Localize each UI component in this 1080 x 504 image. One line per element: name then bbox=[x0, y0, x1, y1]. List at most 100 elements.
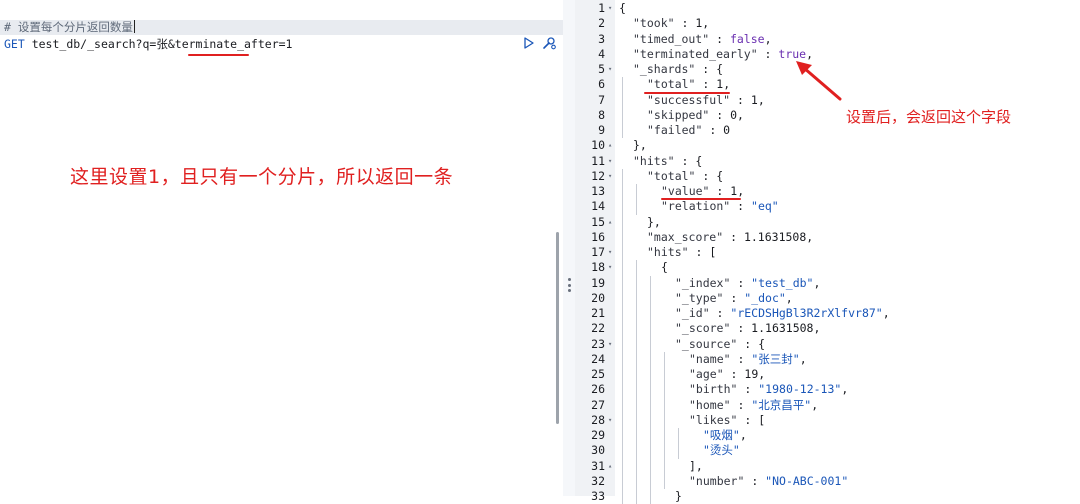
line-number: 29 bbox=[591, 428, 605, 442]
request-comment-line[interactable]: # 设置每个分片返回数量 bbox=[4, 20, 135, 35]
pane-splitter[interactable] bbox=[563, 0, 575, 496]
token-key: "value" bbox=[661, 184, 710, 198]
token-str: "吸烟" bbox=[703, 428, 740, 442]
response-line: 30 "烫头" bbox=[575, 443, 1080, 459]
token-punc: , bbox=[739, 428, 747, 442]
line-text: ], bbox=[689, 459, 703, 474]
request-editor[interactable] bbox=[0, 0, 560, 496]
token-str: "test_db" bbox=[751, 275, 814, 290]
indent-guide bbox=[636, 443, 637, 459]
token-punc: : bbox=[737, 382, 759, 397]
fold-collapse-icon[interactable]: ▾ bbox=[608, 413, 612, 428]
line-number: 25 bbox=[591, 367, 605, 381]
wrench-icon[interactable] bbox=[542, 36, 556, 50]
fold-collapse-icon[interactable]: ▾ bbox=[608, 245, 612, 260]
indent-guide bbox=[650, 458, 651, 474]
line-number: 16 bbox=[591, 229, 605, 244]
line-number: 11 bbox=[591, 153, 605, 168]
token-punc: : { bbox=[674, 153, 703, 168]
token-punc: : bbox=[730, 275, 752, 290]
token-key: "timed_out" bbox=[633, 31, 710, 46]
token-punc: , bbox=[764, 31, 772, 46]
token-punc: , bbox=[757, 92, 765, 107]
token-punc: { bbox=[619, 1, 626, 15]
indent-guide bbox=[622, 184, 623, 200]
line-number: 4 bbox=[598, 46, 605, 61]
token-num: 1 bbox=[750, 92, 758, 107]
response-line: 3 "timed_out" : false, bbox=[575, 32, 1080, 47]
line-number: 19 bbox=[591, 275, 605, 290]
token-punc: : { bbox=[695, 168, 724, 183]
token-punc: { bbox=[661, 260, 668, 275]
indent-guide bbox=[636, 290, 637, 306]
line-text: "_source" : { bbox=[675, 337, 765, 352]
annotation-underline-shards-total bbox=[644, 92, 730, 94]
indent-guide bbox=[664, 473, 665, 489]
token-str: "rECDSHgBl3R2rXlfvr87" bbox=[730, 306, 883, 320]
indent-guide bbox=[678, 428, 679, 444]
response-line: 16 "max_score" : 1.1631508, bbox=[575, 229, 1080, 245]
indent-guide bbox=[622, 351, 623, 367]
line-number: 31 bbox=[591, 458, 605, 473]
line-text: "吸烟", bbox=[703, 428, 747, 443]
indent-guide bbox=[622, 397, 623, 413]
token-punc: , bbox=[813, 275, 821, 290]
token-punc: : bbox=[723, 367, 745, 381]
play-icon[interactable] bbox=[522, 36, 536, 50]
indent-guide bbox=[636, 382, 637, 398]
token-punc: , bbox=[806, 229, 814, 244]
line-text: }, bbox=[633, 138, 647, 153]
indent-guide bbox=[664, 351, 665, 367]
line-text: "max_score" : 1.1631508, bbox=[647, 230, 813, 245]
indent-guide bbox=[622, 229, 623, 245]
line-number: 10 bbox=[591, 138, 605, 153]
indent-guide bbox=[636, 306, 637, 322]
fold-collapse-icon[interactable]: ▾ bbox=[608, 154, 612, 169]
token-str: "烫头" bbox=[703, 443, 740, 458]
fold-expand-icon[interactable]: ▴ bbox=[608, 459, 612, 474]
fold-collapse-icon[interactable]: ▾ bbox=[608, 62, 612, 77]
token-key: "total" bbox=[647, 77, 696, 92]
line-text: "number" : "NO-ABC-001" bbox=[689, 474, 848, 489]
indent-guide bbox=[650, 397, 651, 413]
token-punc: : [ bbox=[688, 245, 717, 259]
line-text: } bbox=[675, 489, 682, 504]
response-line: 17 ▾ "hits" : [ bbox=[575, 245, 1080, 261]
token-key: "_source" bbox=[675, 336, 738, 351]
indent-guide bbox=[650, 412, 651, 428]
fold-collapse-icon[interactable]: ▾ bbox=[608, 1, 612, 16]
token-punc: : bbox=[730, 92, 751, 107]
indent-guide bbox=[622, 321, 623, 337]
splitter-grip-icon[interactable] bbox=[567, 278, 571, 292]
response-line: 19 "_index" : "test_db", bbox=[575, 275, 1080, 291]
fold-expand-icon[interactable]: ▴ bbox=[608, 138, 612, 153]
text-cursor bbox=[133, 20, 135, 33]
fold-collapse-icon[interactable]: ▾ bbox=[608, 337, 612, 352]
indent-guide bbox=[622, 428, 623, 444]
response-line: 23 ▾ "_source" : { bbox=[575, 336, 1080, 352]
line-number: 1 bbox=[598, 1, 605, 15]
indent-guide bbox=[664, 428, 665, 444]
token-key: "hits" bbox=[647, 245, 689, 259]
indent-guide bbox=[622, 473, 623, 489]
line-number: 6 bbox=[598, 77, 605, 92]
response-line: 31 ▴], bbox=[575, 458, 1080, 474]
indent-guide bbox=[664, 412, 665, 428]
token-punc: , bbox=[723, 77, 731, 92]
line-number: 21 bbox=[591, 306, 605, 320]
token-punc: , bbox=[799, 351, 807, 366]
fold-collapse-icon[interactable]: ▾ bbox=[608, 169, 612, 184]
request-scrollbar[interactable] bbox=[556, 232, 559, 424]
token-key: "_id" bbox=[675, 306, 710, 320]
fold-expand-icon[interactable]: ▴ bbox=[608, 215, 612, 230]
line-number: 28 bbox=[591, 412, 605, 427]
line-text: "value" : 1, bbox=[661, 184, 744, 199]
fold-collapse-icon[interactable]: ▾ bbox=[608, 260, 612, 275]
line-number: 32 bbox=[591, 473, 605, 488]
line-number: 2 bbox=[598, 16, 605, 31]
request-line[interactable]: GET test_db/_search?q=张&terminate_after=… bbox=[4, 37, 292, 52]
indent-guide bbox=[650, 336, 651, 352]
indent-guide bbox=[664, 367, 665, 383]
indent-guide bbox=[622, 260, 623, 276]
line-number: 20 bbox=[591, 290, 605, 305]
